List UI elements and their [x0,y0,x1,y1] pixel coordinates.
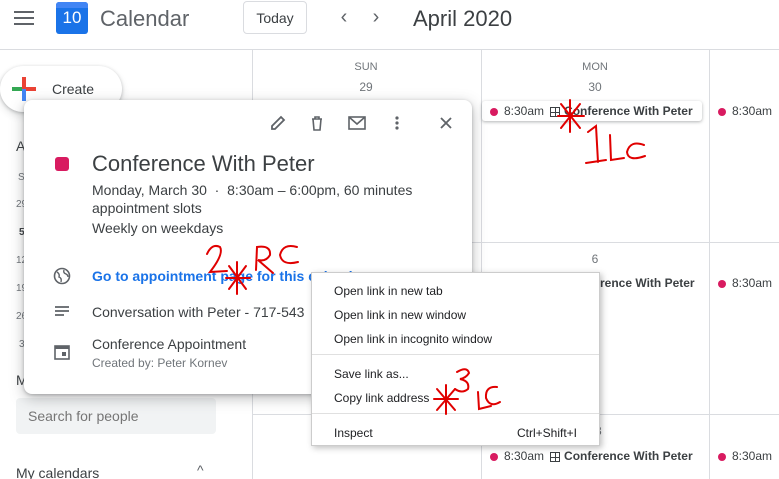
plus-icon [12,77,36,101]
day-header-sun: SUN [354,61,378,73]
description-lines-icon [52,303,72,323]
event-time: 8:30am [732,104,773,118]
chevron-right-icon[interactable]: › [365,6,387,28]
delete-trash-icon[interactable] [306,114,328,136]
main-menu-icon[interactable] [14,11,34,27]
event-description: Conversation with Peter - 717-543 [92,304,305,320]
ctx-copy-link-address[interactable]: Copy link address [334,391,429,405]
chevron-left-icon[interactable]: ‹ [333,6,355,28]
event-time: 8:30am [732,276,773,290]
event-color-dot [718,107,726,116]
popup-event-title: Conference With Peter [92,151,315,176]
event-time-range: 8:30am – 6:00pm, 60 minutes [227,182,413,198]
event-color-square [55,157,69,171]
event-date: Monday, March 30 [92,182,207,198]
event-color-dot [490,107,498,116]
more-options-icon[interactable] [386,114,408,136]
day-number-sun[interactable]: 29 [336,80,396,94]
ctx-inspect[interactable]: Inspect [334,426,373,440]
ctx-open-incognito[interactable]: Open link in incognito window [334,332,492,346]
event-chip[interactable]: Conference With Peter [600,273,708,293]
current-month-title: April 2020 [413,6,513,31]
event-datetime: Monday, March 30 · 8:30am – 6:00pm, 60 m… [92,182,412,198]
event-title: Conference With Peter [564,449,693,463]
my-calendars-heading[interactable]: My calendars [16,465,99,479]
browser-context-menu: Open link in new tab Open link in new wi… [311,272,600,446]
ctx-separator [312,354,599,355]
calendar-icon [52,343,72,363]
ctx-open-new-window[interactable]: Open link in new window [334,308,466,322]
logo-day-number: 10 [62,8,82,27]
event-chip[interactable]: 8:30am Conference With Peter [482,446,708,466]
event-chip[interactable]: 8:30am [710,446,779,466]
globe-icon [52,267,72,287]
appointment-slots-icon [550,106,561,117]
create-label: Create [52,81,95,97]
event-color-dot [490,452,498,461]
event-title: Conference With Peter [600,276,695,290]
event-color-dot [718,279,726,288]
created-by: Created by: Peter Kornev [92,356,228,370]
day-number-mon[interactable]: 30 [565,80,625,94]
edit-pencil-icon[interactable] [267,114,289,136]
chevron-up-icon[interactable]: ^ [197,462,204,478]
event-time: 8:30am [504,104,545,118]
calendar-logo-icon: 10 [56,2,88,34]
calendar-name: Conference Appointment [92,336,247,352]
day-number-mon-week2[interactable]: 6 [565,252,625,266]
today-button[interactable]: Today [243,1,307,34]
search-people-input[interactable] [16,398,216,434]
ctx-separator [312,413,599,414]
close-icon[interactable] [435,114,457,136]
app-header: 10 Calendar Today ‹ › April 2020 [0,0,779,50]
event-color-dot [718,452,726,461]
event-chip[interactable]: 8:30am [710,101,779,121]
event-title: Conference With Peter [564,104,693,118]
ctx-open-new-tab[interactable]: Open link in new tab [334,284,443,298]
appointment-slots-icon [550,451,561,462]
event-time: 8:30am [732,449,773,463]
day-header-mon: MON [582,61,608,73]
separator-dot: · [210,182,228,198]
ctx-save-link-as[interactable]: Save link as... [334,367,409,381]
event-chip-selected[interactable]: 8:30am Conference With Peter [482,101,702,121]
event-slots-line: appointment slots [92,200,202,216]
app-title: Calendar [100,6,190,31]
event-time: 8:30am [504,449,545,463]
event-chip[interactable]: 8:30am [710,273,779,293]
event-recurrence: Weekly on weekdays [92,220,224,236]
email-envelope-icon[interactable] [346,114,368,136]
ctx-inspect-shortcut: Ctrl+Shift+I [516,426,577,440]
